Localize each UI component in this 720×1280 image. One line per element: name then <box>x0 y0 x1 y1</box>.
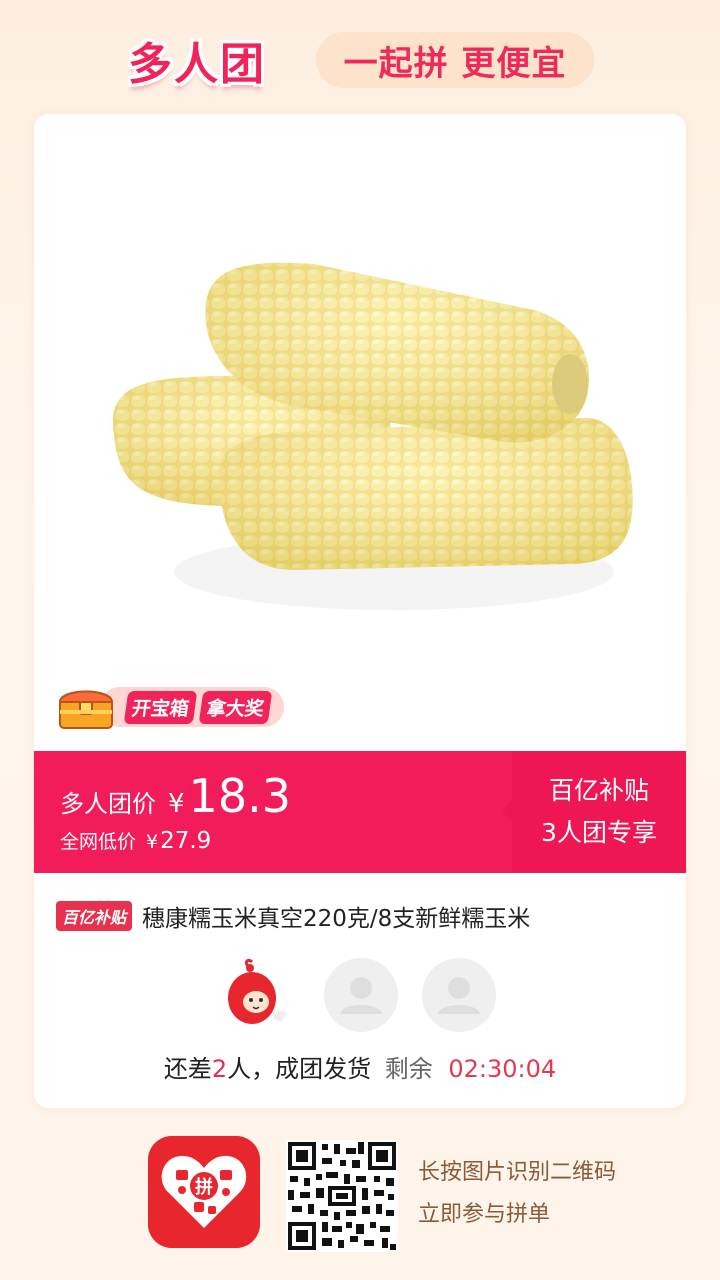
status-suffix: 人，成团发货 <box>227 1055 372 1083</box>
lowest-price-currency: ¥ <box>146 831 159 853</box>
lowest-price-value: 27.9 <box>160 828 212 854</box>
group-leader-avatar <box>218 958 292 1032</box>
lowest-price-label: 全网低价 <box>60 831 137 853</box>
pinduoduo-app-icon: 拼 <box>148 1136 260 1248</box>
currency-symbol: ¥ <box>168 789 185 819</box>
subsidy-title: 百亿补贴 <box>548 776 649 805</box>
countdown-timer: 02:30:04 <box>448 1055 557 1083</box>
treasure-pill[interactable]: 开宝箱 拿大奖 <box>100 687 285 727</box>
product-title-row[interactable]: 百亿补贴 穗康糯玉米真空220克/8支新鲜糯玉米 <box>56 898 666 934</box>
corn-cob-front <box>217 417 633 570</box>
product-title[interactable]: 穗康糯玉米真空220克/8支新鲜糯玉米 <box>142 899 530 933</box>
app-icon-char: 拼 <box>195 1176 213 1198</box>
scan-line-2: 立即参与拼单 <box>418 1202 551 1227</box>
win-prize-label: 拿大奖 <box>198 690 273 724</box>
subsidy-tag: 百亿补贴 <box>56 901 133 931</box>
group-price-label: 多人团价 <box>60 790 156 818</box>
price-bar: 多人团价 ¥ 18.3 全网低价 ¥ 27.9 百亿补贴 3人团专享 <box>34 751 686 873</box>
group-price-value: 18.3 <box>188 769 291 823</box>
open-chest-label: 开宝箱 <box>123 690 198 724</box>
scan-instructions: 长按图片识别二维码 立即参与拼单 <box>418 1152 616 1236</box>
group-status: 还差2人，成团发货 剩余 02:30:04 <box>34 1049 686 1084</box>
product-card[interactable]: 开宝箱 拿大奖 多人团价 ¥ 18.3 全网低价 ¥ 27.9 百亿补贴 3人团… <box>34 114 686 1108</box>
subsidy-notch <box>502 801 512 821</box>
treasure-chest-icon <box>58 690 114 729</box>
brand-logo: 多人团 <box>128 39 266 90</box>
treasure-box-badge[interactable]: 开宝箱 拿大奖 <box>56 684 285 730</box>
subsidy-subtitle: 3人团专享 <box>541 818 657 847</box>
empty-slot-avatar <box>422 958 496 1032</box>
qr-code[interactable] <box>286 1140 398 1252</box>
remaining-count: 2 <box>211 1055 228 1083</box>
slogan-pill: 一起拼 更便宜 <box>316 32 594 88</box>
empty-slot-avatar <box>324 958 398 1032</box>
product-image[interactable] <box>34 114 686 750</box>
subsidy-box: 百亿补贴 3人团专享 <box>502 751 686 873</box>
scan-line-1: 长按图片识别二维码 <box>418 1160 617 1185</box>
lowest-price: 全网低价 ¥ 27.9 <box>60 827 211 854</box>
group-price: 多人团价 ¥ 18.3 <box>60 769 291 823</box>
status-prefix: 还差 <box>163 1055 212 1083</box>
countdown-label: 剩余 <box>384 1055 433 1083</box>
